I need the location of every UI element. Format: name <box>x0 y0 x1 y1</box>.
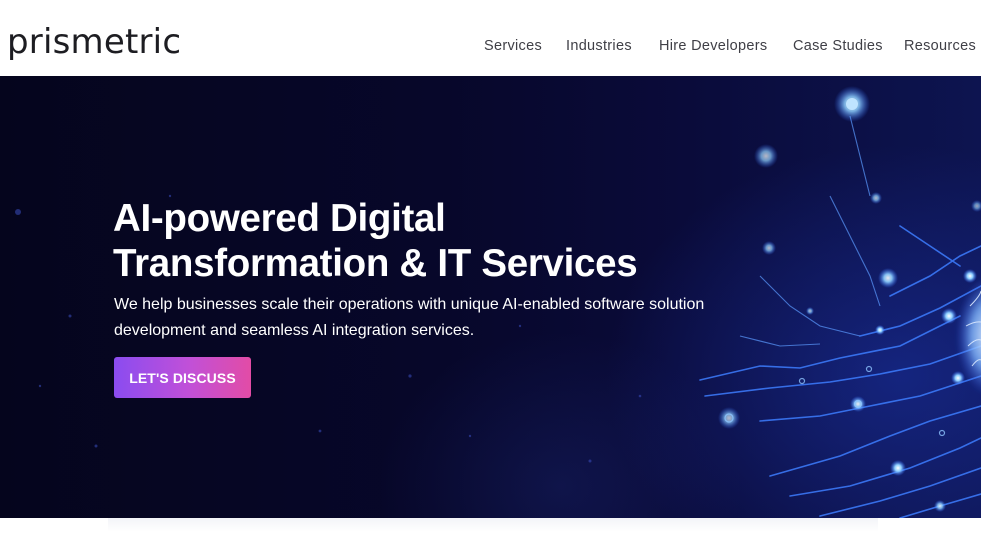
hero-title: AI-powered Digital Transformation & IT S… <box>113 196 673 286</box>
hero-title-line-1: AI-powered Digital <box>113 197 446 240</box>
hero-description-line-1: We help businesses scale their operation… <box>114 296 705 313</box>
nav-item-hire-developers[interactable]: Hire Developers <box>659 36 767 56</box>
hero-description: We help businesses scale their operation… <box>114 292 714 344</box>
lets-discuss-button[interactable]: LET'S DISCUSS <box>114 357 251 398</box>
hero-description-line-2: development and seamless AI integration … <box>114 322 475 339</box>
nav-item-industries[interactable]: Industries <box>566 36 632 56</box>
site-header: prismetric Services Industries Hire Deve… <box>0 0 981 76</box>
nav-item-services[interactable]: Services <box>484 36 542 56</box>
hero-banner: AI-powered Digital Transformation & IT S… <box>0 76 981 518</box>
nav-item-case-studies[interactable]: Case Studies <box>793 36 883 56</box>
main-nav: Services Industries Hire Developers Case… <box>0 36 981 56</box>
content-section-top-edge <box>108 518 878 532</box>
nav-item-resources[interactable]: Resources <box>904 36 976 56</box>
hero-title-line-2: Transformation & IT Services <box>113 242 638 285</box>
